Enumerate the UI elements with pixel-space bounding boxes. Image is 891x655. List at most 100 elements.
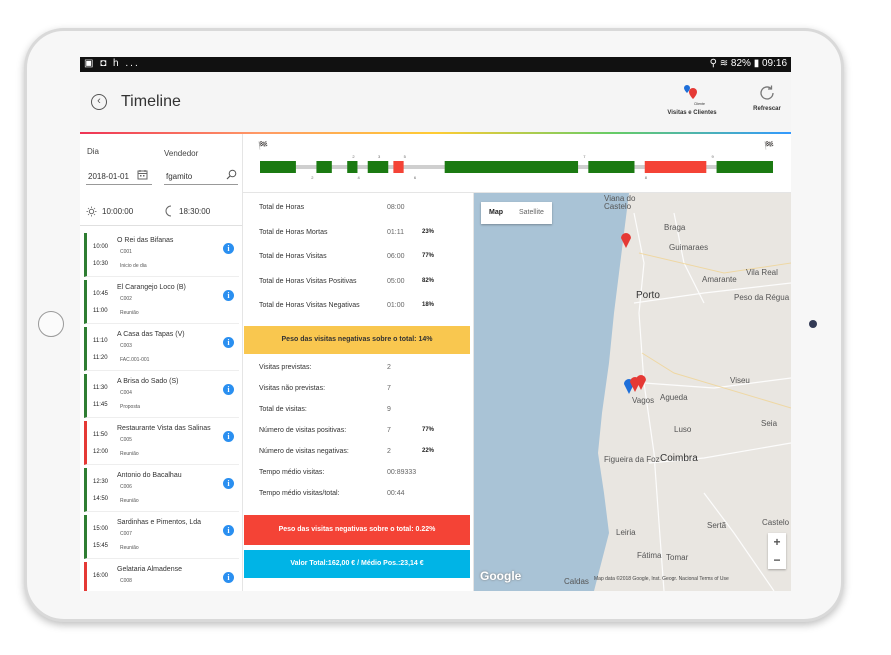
summary-hours-label: Total de Horas Mortas [259, 228, 328, 236]
visit-item[interactable]: 10:00 10:30 O Rei das Bifanas C001 Inicio de… [84, 233, 239, 277]
visit-item[interactable]: 10:45 11:00 El Carangejo Loco (B) C002 Reuni… [84, 280, 239, 324]
summary-hours-label: Total de Horas Visitas [259, 253, 327, 260]
hours-negative-banner: Peso das visitas negativas sobre o total… [244, 326, 470, 354]
summary-visits-value: 7 [387, 385, 391, 392]
visit-item[interactable]: 12:30 14:50 Antonio do Bacalhau C006 Reunião… [84, 468, 239, 512]
visit-start-time: 12:30 [93, 479, 109, 485]
map-place-label: Guimaraes [669, 243, 709, 252]
visits-clients-button[interactable]: Cliente Visitas e Clientes [662, 83, 722, 116]
end-time[interactable]: 18:30:00 [179, 207, 210, 216]
visit-end-time: 12:00 [93, 449, 109, 455]
timeline-segment[interactable] [347, 161, 358, 173]
timeline-chart: 🏁 🏁 2 3 5 7 9 2 4 6 8 [258, 140, 774, 180]
visit-end-time: 10:30 [93, 261, 109, 267]
map-type-control: Map Satellite [481, 202, 552, 224]
summary-hours-label: Total de Horas [259, 204, 305, 211]
map-place-label: Seia [761, 419, 778, 428]
visit-client-name: Sardinhas e Pimentos, Lda [117, 519, 202, 526]
map-place-label: Peso da Régua [734, 293, 790, 302]
summary-visits-label: Tempo médio visitas/total: [259, 490, 340, 497]
home-button[interactable] [38, 311, 64, 337]
visit-client-name: A Casa das Tapas (V) [117, 331, 185, 338]
summary-panel: Total de Horas 08:00 Total de Horas Mortas… [242, 193, 474, 591]
visit-start-time: 16:00 [93, 573, 109, 579]
map-place-label: Porto [636, 290, 660, 301]
summary-hours-pct: 23% [422, 228, 435, 235]
visit-client-code: C004 [120, 390, 132, 396]
map-place-label: Luso [674, 425, 692, 434]
visit-end-time: 11:45 [93, 402, 108, 408]
info-icon[interactable]: i [223, 572, 234, 583]
timeline-segment[interactable] [367, 161, 389, 173]
sea [474, 193, 629, 591]
timeline-segment[interactable] [716, 161, 773, 173]
summary-hours-value: 06:00 [387, 253, 405, 260]
map-place-label: Coimbra [660, 453, 698, 464]
visit-end-time: 11:20 [93, 355, 108, 361]
seller-label: Vendedor [164, 149, 199, 158]
map-attribution[interactable]: Map data ©2018 Google, Inst. Geogr. Naci… [594, 576, 729, 582]
visit-client-code: C007 [120, 531, 132, 537]
timeline-mark-label: 5 [404, 154, 407, 159]
timeline-mark-label: 9 [711, 154, 714, 159]
moon-icon [165, 205, 172, 217]
summary-hours-value: 08:00 [387, 204, 405, 211]
total-value-banner: Valor Total:162,00 € / Médio Pos.:23,14 … [244, 550, 470, 578]
map-type-satellite[interactable]: Satellite [511, 202, 552, 224]
date-underline [86, 184, 152, 185]
map-place-label: Leiria [616, 528, 636, 537]
timeline-mark-label: 2 [311, 175, 314, 180]
info-icon[interactable]: i [223, 384, 234, 395]
timeline-segment[interactable] [444, 161, 579, 173]
summary-hours-pct: 82% [422, 277, 435, 284]
visit-item[interactable]: 16:00 Gelataria Almadense C008 i [84, 562, 239, 591]
info-icon[interactable]: i [223, 525, 234, 536]
visit-start-time: 10:00 [93, 244, 109, 250]
zoom-out-button[interactable]: − [768, 551, 786, 569]
map-place-label: Sertã [707, 521, 727, 530]
info-icon[interactable]: i [223, 478, 234, 489]
timeline-mark-label: 8 [645, 175, 648, 180]
date-field[interactable]: 2018-01-01 [88, 172, 129, 181]
seller-field[interactable]: fgamito [166, 172, 192, 181]
zoom-control: + − [768, 533, 786, 569]
refresh-button[interactable]: Refrescar [747, 83, 787, 112]
search-icon[interactable] [226, 169, 237, 180]
back-icon[interactable]: ‹ [91, 94, 107, 110]
visit-item[interactable]: 11:50 12:00 Restaurante Vista das Salinas C… [84, 421, 239, 465]
visit-item[interactable]: 15:00 15:45 Sardinhas e Pimentos, Lda C007 R… [84, 515, 239, 559]
start-time[interactable]: 10:00:00 [102, 207, 133, 216]
map-place-label: Amarante [702, 275, 737, 284]
summary-hours-pct: 77% [422, 253, 435, 259]
timeline-segment[interactable] [260, 161, 296, 173]
summary-hours-value: 05:00 [387, 277, 405, 285]
timeline-segment[interactable] [644, 161, 707, 173]
summary-visits-pct: 22% [422, 448, 435, 454]
zoom-in-button[interactable]: + [768, 533, 786, 551]
map-type-map[interactable]: Map [481, 202, 511, 224]
summary-visits-value: 2 [387, 448, 391, 455]
map[interactable]: Map Satellite Viana do Castelo Braga Guimar… [474, 193, 791, 591]
visit-item[interactable]: 11:30 11:45 A Brisa do Sado (S) C004 Propost… [84, 374, 239, 418]
timeline-segment[interactable] [393, 161, 404, 173]
calendar-icon[interactable] [137, 169, 148, 180]
filter-divider [80, 225, 242, 226]
timeline-end-flag: 🏁 [764, 140, 774, 150]
timeline-segment[interactable] [588, 161, 635, 173]
info-icon[interactable]: i [223, 337, 234, 348]
info-icon[interactable]: i [223, 290, 234, 301]
info-icon[interactable]: i [223, 243, 234, 254]
map-place-label: Viana do Castelo [604, 194, 636, 211]
info-icon[interactable]: i [223, 431, 234, 442]
timeline-segment[interactable] [316, 161, 332, 173]
visit-item[interactable]: 11:10 11:20 A Casa das Tapas (V) C003 FAC.00… [84, 327, 239, 371]
summary-hours-label: Total de Horas Visitas Negativas [259, 302, 360, 309]
summary-visits-pct: 77% [422, 427, 435, 433]
map-pin[interactable] [621, 233, 631, 248]
visit-end-time: 11:00 [93, 308, 108, 314]
visit-status: Reunião [120, 498, 139, 504]
summary-visits-label: Visitas não previstas: [259, 385, 326, 392]
summary-hours-value: 01:00 [387, 302, 405, 309]
map-place-label: Figueira da Foz [604, 455, 660, 464]
sun-icon [86, 206, 97, 217]
